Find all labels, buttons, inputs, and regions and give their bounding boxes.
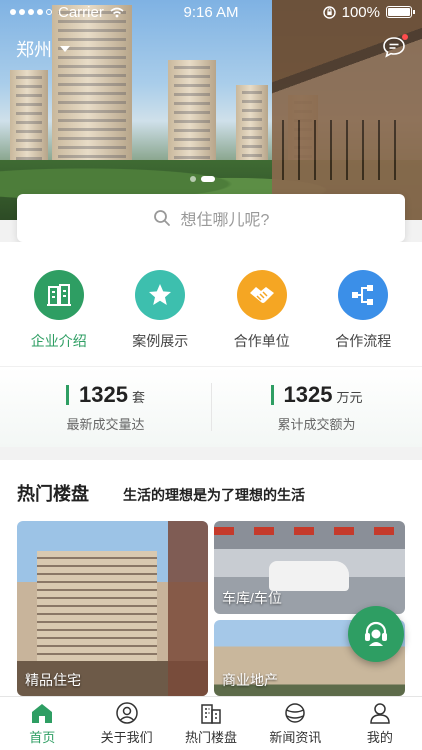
search-icon — [153, 210, 170, 226]
stat-value: 1325 — [283, 381, 333, 407]
buildings-icon — [201, 703, 221, 724]
stat-unit: 万元 — [336, 389, 363, 405]
home-panel: 企业介绍 案例展示 合作单位 合作流程 1325 套 最新成交量达 1325 万… — [0, 242, 422, 447]
globe-icon — [285, 702, 306, 723]
handshake-icon — [249, 287, 274, 303]
chevron-down-icon — [60, 46, 70, 52]
signal-icon — [10, 9, 52, 15]
tab-label: 热门楼盘 — [185, 729, 238, 745]
stat-amount: 1325 万元 累计成交额为 — [211, 367, 422, 447]
quick-link-label: 案例展示 — [132, 333, 189, 349]
user-circle-icon — [115, 701, 138, 724]
home-icon — [32, 703, 53, 723]
quick-link-label: 企业介绍 — [30, 333, 87, 349]
tab-profile[interactable]: 我的 — [338, 697, 422, 750]
stat-value: 1325 — [79, 381, 128, 407]
headset-icon — [365, 621, 387, 646]
listing-card-residential[interactable]: 精品住宅 — [17, 521, 208, 696]
quick-link-label: 合作单位 — [233, 333, 290, 349]
quick-link-partners[interactable]: 合作单位 — [217, 270, 307, 351]
stat-accent — [66, 384, 70, 405]
tab-about[interactable]: 关于我们 — [84, 697, 168, 750]
listing-card-garage[interactable]: 车库/车位 — [214, 521, 405, 614]
banner-pager — [190, 176, 215, 182]
status-bar: Carrier 9:16 AM 100% — [0, 0, 422, 24]
flow-icon — [352, 285, 374, 305]
pager-dot-active[interactable] — [201, 176, 215, 182]
stat-volume: 1325 套 最新成交量达 — [0, 367, 211, 447]
unread-dot — [402, 34, 408, 40]
stat-accent — [270, 384, 274, 405]
hot-listings: 热门楼盘 生活的理想是为了理想的生活 精品住宅 车库/车位 商业地产 — [0, 460, 422, 696]
banner-building — [52, 5, 132, 180]
tab-label: 新闻资讯 — [269, 729, 322, 745]
section-title: 热门楼盘 — [17, 484, 89, 504]
tab-home[interactable]: 首页 — [0, 697, 84, 750]
quick-link-badge — [33, 270, 84, 320]
tab-hot-listings[interactable]: 热门楼盘 — [169, 697, 253, 750]
status-time: 9:16 AM — [183, 3, 239, 21]
search-bar[interactable]: 想住哪儿呢? — [17, 194, 405, 242]
city-label: 郑州 — [16, 40, 52, 60]
tab-label: 我的 — [366, 729, 393, 745]
quick-link-badge — [338, 270, 389, 320]
tab-label: 关于我们 — [100, 729, 153, 745]
message-button[interactable] — [382, 34, 408, 58]
city-selector[interactable]: 郑州 — [16, 36, 70, 62]
quick-link-label: 合作流程 — [335, 333, 392, 349]
profile-icon — [370, 702, 390, 724]
listing-tag: 车库/车位 — [222, 590, 282, 606]
quick-link-badge — [236, 270, 287, 320]
hero-banner[interactable]: Carrier 9:16 AM 100% 郑州 — [0, 0, 422, 220]
tab-bar: 首页 关于我们 热门楼盘 新闻资讯 我的 — [0, 696, 422, 750]
search-placeholder: 想住哪儿呢? — [180, 212, 270, 229]
quick-link-process[interactable]: 合作流程 — [318, 270, 408, 351]
quick-link-badge — [135, 270, 186, 320]
quick-link-cases[interactable]: 案例展示 — [115, 270, 205, 351]
carrier-label: Carrier — [58, 3, 104, 21]
quick-links: 企业介绍 案例展示 合作单位 合作流程 — [0, 270, 422, 351]
banner-balcony — [272, 0, 422, 220]
star-icon — [149, 284, 172, 305]
building-icon — [46, 284, 71, 306]
section-slogan: 生活的理想是为了理想的生活 — [123, 487, 305, 503]
stat-label: 累计成交额为 — [277, 416, 356, 432]
section-header: 热门楼盘 生活的理想是为了理想的生活 — [17, 480, 305, 506]
stat-unit: 套 — [131, 389, 145, 405]
wifi-icon — [110, 7, 124, 17]
listing-tag: 精品住宅 — [25, 672, 81, 688]
stats-bar: 1325 套 最新成交量达 1325 万元 累计成交额为 — [0, 366, 422, 447]
quick-link-company[interactable]: 企业介绍 — [14, 270, 104, 351]
pager-dot[interactable] — [190, 176, 196, 182]
tab-news[interactable]: 新闻资讯 — [253, 697, 337, 750]
battery-percent: 100% — [341, 3, 380, 21]
customer-service-button[interactable] — [348, 606, 404, 662]
tab-label: 首页 — [29, 729, 56, 745]
battery-icon — [386, 6, 415, 18]
listing-tag: 商业地产 — [222, 672, 278, 688]
rotation-lock-icon — [322, 5, 336, 19]
stat-label: 最新成交量达 — [66, 416, 145, 432]
